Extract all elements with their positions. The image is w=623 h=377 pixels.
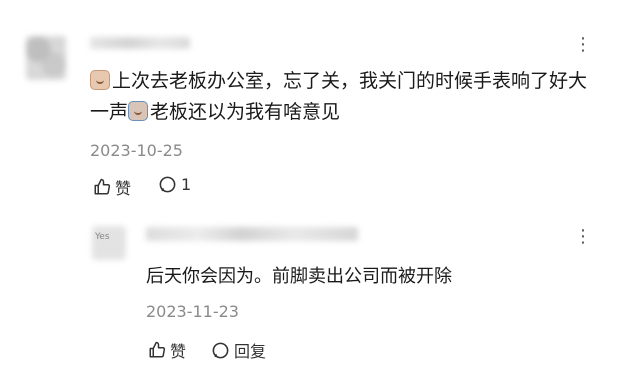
reply-count: 1 <box>181 175 192 194</box>
sticker-emoji-icon <box>128 101 149 121</box>
like-label: 赞 <box>170 342 187 361</box>
comment-text: 上次去老板办公室，忘了关，我关门的时候手表响了好大一声 老板还以为我有啥意见 <box>90 70 588 123</box>
like-button[interactable]: 赞 <box>148 338 186 362</box>
comment-date: 2023-10-25 <box>90 141 183 160</box>
comment-date: 2023-11-23 <box>146 302 239 321</box>
comment-text: 后天你会因为。前脚卖出公司而被开除 <box>146 266 452 287</box>
thumbs-up-icon <box>94 178 111 195</box>
like-button[interactable]: 赞 <box>93 175 131 199</box>
username[interactable] <box>146 227 358 241</box>
like-label: 赞 <box>115 179 132 198</box>
comment-icon <box>212 342 229 358</box>
reply-label: 回复 <box>234 342 267 361</box>
more-icon[interactable]: ⋮ <box>574 36 592 54</box>
reply-button[interactable]: 回复 <box>211 338 266 362</box>
more-icon[interactable]: ⋮ <box>574 228 592 246</box>
avatar-text: Yes <box>95 232 110 242</box>
comment-icon <box>159 176 176 193</box>
avatar[interactable] <box>26 36 66 80</box>
sticker-emoji-icon <box>90 70 110 90</box>
reply-button[interactable]: 1 <box>158 175 191 194</box>
thumbs-up-icon <box>149 341 166 358</box>
username[interactable] <box>90 37 190 49</box>
